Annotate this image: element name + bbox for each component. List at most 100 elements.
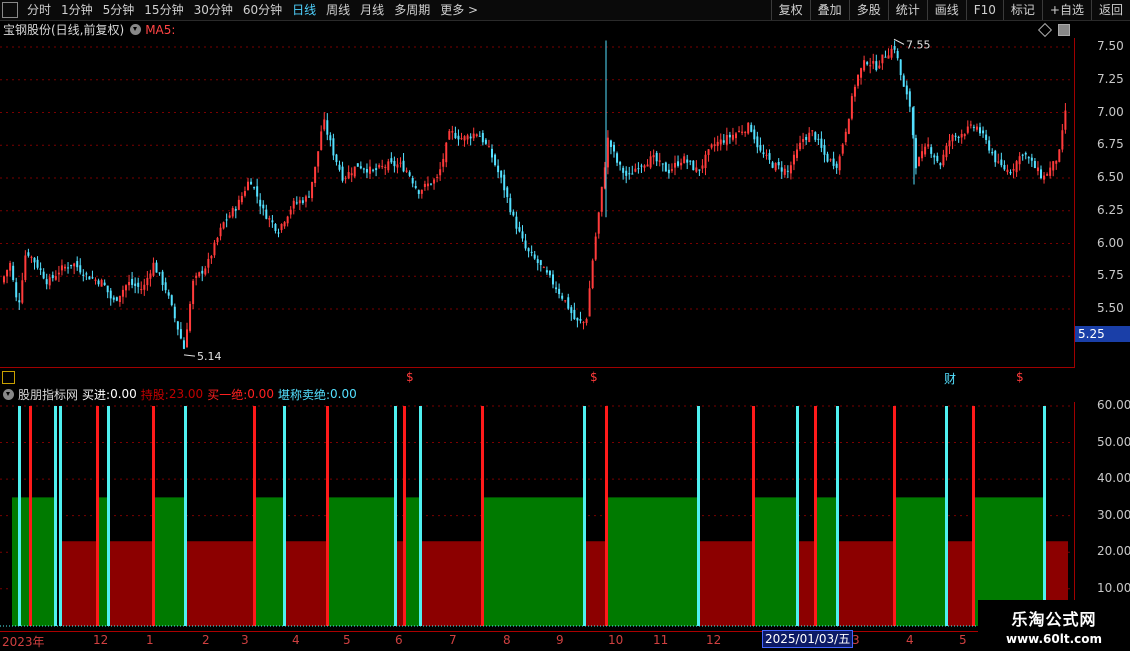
stock-title[interactable]: 宝钢股份(日线,前复权)	[3, 21, 124, 38]
candle-body	[539, 260, 542, 265]
period-tab[interactable]: 分时	[22, 0, 56, 20]
chevron-down-icon[interactable]	[130, 24, 142, 35]
candlestick-chart[interactable]: 7.55 5.14	[0, 38, 1075, 368]
candle-body	[954, 135, 957, 137]
sell-signal-bar	[283, 406, 286, 626]
candle-body	[262, 204, 265, 209]
hold-band-red	[185, 541, 254, 626]
toolbar-button[interactable]: F10	[965, 0, 1003, 20]
current-price-tag: 5.25	[1075, 326, 1130, 342]
candle-body	[924, 146, 927, 155]
candle-body	[799, 142, 802, 150]
toolbar-button[interactable]: 统计	[887, 0, 927, 20]
toolbar-button[interactable]: 标记	[1002, 0, 1042, 20]
toolbar-button[interactable]: 返回	[1090, 0, 1130, 20]
date-tick-label: 5	[343, 633, 351, 647]
period-tab[interactable]: 5分钟	[98, 0, 140, 20]
candle-body	[231, 208, 234, 217]
chevron-down-icon[interactable]	[3, 388, 14, 400]
date-tick-label: 7	[449, 633, 457, 647]
buy-label: 买进:	[82, 387, 111, 402]
candle-body	[33, 257, 36, 263]
period-tab[interactable]: 日线	[287, 0, 321, 20]
candle-body	[256, 186, 259, 197]
candle-body	[417, 190, 420, 194]
candle-body	[173, 306, 176, 319]
panel-toggle-icon[interactable]	[2, 2, 18, 18]
candle-body	[905, 85, 908, 95]
period-tab[interactable]: 1分钟	[56, 0, 98, 20]
candle-body	[356, 163, 359, 167]
candle-body	[564, 300, 567, 302]
price-tick-label: 5.75	[1097, 268, 1124, 283]
indicator-name[interactable]: 股朋指标网	[18, 386, 78, 403]
candle-body	[1015, 161, 1018, 173]
candle-body	[771, 162, 774, 168]
candle-body	[381, 166, 384, 168]
candle-body	[930, 147, 933, 154]
candle-body	[344, 177, 347, 179]
period-tab[interactable]: 更多 >	[435, 0, 483, 20]
event-mark[interactable]: $	[590, 370, 598, 384]
candle-body	[982, 130, 985, 134]
candle-body	[1061, 130, 1064, 150]
toolbar-button[interactable]: 复权	[770, 0, 810, 20]
candle-body	[384, 166, 387, 168]
period-tab[interactable]: 多周期	[389, 0, 435, 20]
window-icon[interactable]	[1058, 24, 1070, 36]
candle-body	[640, 165, 643, 167]
toolbar-button[interactable]: +自选	[1041, 0, 1091, 20]
candle-body	[738, 130, 741, 133]
info-box-icon[interactable]	[2, 371, 15, 384]
toolbar-button[interactable]: 叠加	[809, 0, 849, 20]
candle-body	[988, 140, 991, 151]
candle-body	[503, 174, 506, 191]
candle-body	[6, 270, 9, 277]
candle-body	[112, 297, 115, 300]
period-tab[interactable]: 月线	[355, 0, 389, 20]
hold-value: 23.00	[168, 387, 204, 401]
candle-body	[841, 144, 844, 154]
candle-body	[219, 227, 222, 237]
period-tab[interactable]: 周线	[321, 0, 355, 20]
finance-mark[interactable]: 财	[944, 370, 956, 387]
date-tick-label: 2023年	[2, 635, 45, 649]
candle-body	[1021, 154, 1024, 156]
candle-body	[338, 164, 341, 170]
candle-body	[225, 219, 228, 221]
candle-body	[460, 138, 463, 140]
candle-body	[552, 274, 554, 285]
candle-body	[365, 168, 368, 173]
period-tab[interactable]: 30分钟	[189, 0, 238, 20]
candle-body	[1033, 161, 1036, 169]
indicator-chart[interactable]	[0, 402, 1075, 631]
candle-body	[268, 218, 271, 220]
event-mark[interactable]: $	[1016, 370, 1024, 384]
candle-body	[125, 285, 127, 291]
toolbar-button[interactable]: 画线	[926, 0, 966, 20]
candle-body	[210, 255, 213, 259]
event-mark[interactable]: $	[406, 370, 414, 384]
candle-body	[243, 191, 246, 196]
candle-body	[817, 138, 820, 140]
candle-body	[1055, 160, 1058, 164]
sell-signal-bar	[394, 406, 397, 626]
hold-band-red	[284, 541, 327, 626]
candle-body	[1040, 169, 1042, 179]
candle-body	[585, 319, 588, 323]
candle-body	[731, 134, 734, 140]
candle-body	[372, 169, 375, 171]
candle-body	[838, 156, 841, 171]
buy-signal-bar	[29, 406, 32, 626]
candle-body	[921, 151, 924, 159]
candle-body	[713, 144, 716, 147]
toolbar-button[interactable]: 多股	[848, 0, 888, 20]
candle-body	[378, 165, 381, 168]
period-tab[interactable]: 15分钟	[139, 0, 188, 20]
candle-body	[442, 158, 445, 167]
candle-body	[198, 272, 201, 277]
period-tab[interactable]: 60分钟	[238, 0, 287, 20]
diamond-icon[interactable]	[1037, 22, 1053, 38]
candle-body	[997, 161, 1000, 163]
sell-label: 堪称卖绝:	[277, 387, 330, 402]
